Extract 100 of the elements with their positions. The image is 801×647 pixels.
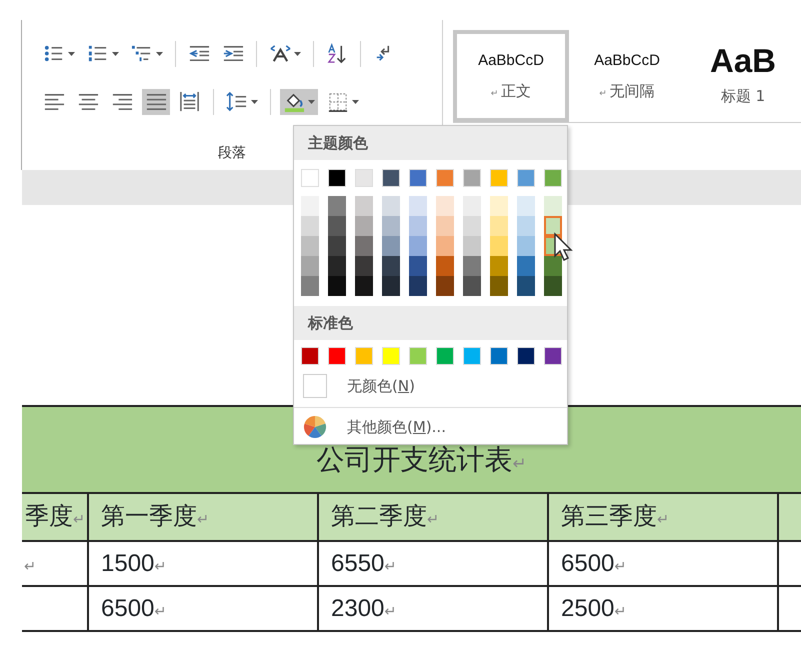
color-swatch[interactable] <box>355 216 373 236</box>
color-swatch[interactable] <box>517 169 535 187</box>
color-swatch[interactable] <box>328 236 346 256</box>
color-swatch[interactable] <box>355 196 373 216</box>
color-swatch[interactable] <box>436 216 454 236</box>
color-swatch[interactable] <box>490 236 508 256</box>
color-swatch[interactable] <box>544 196 562 216</box>
color-swatch[interactable] <box>463 236 481 256</box>
color-swatch[interactable] <box>409 196 427 216</box>
justify-button[interactable] <box>142 89 170 115</box>
justify-icon <box>145 91 167 113</box>
color-wheel-icon <box>303 415 327 439</box>
paragraph-mark: ↵ <box>154 558 166 574</box>
color-swatch[interactable] <box>328 169 346 187</box>
table-title: 公司开支统计表 <box>316 444 512 474</box>
color-swatch[interactable] <box>382 216 400 236</box>
color-swatch[interactable] <box>517 196 535 216</box>
cell-text: 6550 <box>331 550 384 576</box>
align-center-icon <box>77 91 99 113</box>
color-swatch[interactable] <box>409 256 427 276</box>
color-swatch[interactable] <box>463 276 481 296</box>
style-gallery-item[interactable]: AaBbCcD ↵ 正文 <box>453 30 569 122</box>
color-swatch[interactable] <box>328 196 346 216</box>
color-swatch[interactable] <box>328 216 346 236</box>
color-swatch[interactable] <box>544 169 562 187</box>
color-swatch[interactable] <box>301 216 319 236</box>
color-swatch[interactable] <box>436 256 454 276</box>
color-swatch[interactable] <box>301 196 319 216</box>
color-swatch[interactable] <box>355 276 373 296</box>
caret-icon <box>251 100 258 104</box>
color-swatch[interactable] <box>544 276 562 296</box>
color-swatch[interactable] <box>301 347 319 365</box>
color-swatch[interactable] <box>409 276 427 296</box>
color-swatch[interactable] <box>517 236 535 256</box>
align-right-icon <box>111 91 133 113</box>
color-swatch[interactable] <box>517 347 535 365</box>
color-swatch[interactable] <box>409 169 427 187</box>
color-swatch[interactable] <box>463 216 481 236</box>
color-swatch[interactable] <box>301 169 319 187</box>
color-swatch[interactable] <box>328 347 346 365</box>
color-swatch[interactable] <box>328 276 346 296</box>
color-swatch[interactable] <box>490 276 508 296</box>
color-swatch[interactable] <box>436 347 454 365</box>
color-swatch[interactable] <box>544 347 562 365</box>
paragraph-mark: ↵ <box>614 558 626 574</box>
section-header: 标准色 <box>294 306 567 340</box>
more-colors-option[interactable]: 其他颜色(M)... <box>347 416 446 438</box>
color-swatch[interactable] <box>463 196 481 216</box>
color-swatch[interactable] <box>490 196 508 216</box>
line-spacing-icon <box>226 91 248 113</box>
color-swatch[interactable] <box>382 169 400 187</box>
color-swatch[interactable] <box>517 216 535 236</box>
color-swatch[interactable] <box>490 347 508 365</box>
color-swatch[interactable] <box>463 347 481 365</box>
color-swatch[interactable] <box>382 276 400 296</box>
color-swatch[interactable] <box>490 216 508 236</box>
color-swatch[interactable] <box>355 347 373 365</box>
color-swatch[interactable] <box>409 236 427 256</box>
paint-bucket-icon <box>283 91 305 113</box>
color-swatch[interactable] <box>490 169 508 187</box>
distributed-align-icon <box>179 91 201 113</box>
color-swatch[interactable] <box>301 276 319 296</box>
borders-icon <box>327 91 349 113</box>
no-color-option[interactable]: 无颜色(N) <box>347 374 415 398</box>
cell-text: 1500 <box>101 550 154 576</box>
color-swatch[interactable] <box>301 236 319 256</box>
color-swatch[interactable] <box>355 256 373 276</box>
paint-bucket-button[interactable] <box>280 89 318 115</box>
color-swatch[interactable] <box>355 236 373 256</box>
color-swatch[interactable] <box>517 276 535 296</box>
color-swatch[interactable] <box>544 216 562 236</box>
no-color-swatch <box>303 374 327 398</box>
section-header: 主题颜色 <box>294 126 567 160</box>
color-swatch[interactable] <box>436 169 454 187</box>
header-text: 第二季度 <box>331 503 427 530</box>
color-swatch[interactable] <box>409 347 427 365</box>
color-swatch[interactable] <box>301 256 319 276</box>
color-swatch[interactable] <box>436 196 454 216</box>
cell-text: 2500 <box>561 594 614 622</box>
color-swatch[interactable] <box>517 256 535 276</box>
color-swatch[interactable] <box>544 256 562 276</box>
color-swatch[interactable] <box>436 276 454 296</box>
paragraph-mark: ↵ <box>384 558 396 574</box>
color-swatch[interactable] <box>463 256 481 276</box>
color-swatch[interactable] <box>382 256 400 276</box>
caret-icon <box>112 52 119 56</box>
color-swatch[interactable] <box>436 236 454 256</box>
color-swatch[interactable] <box>463 169 481 187</box>
cell-text: 2300 <box>331 594 384 622</box>
caret-icon <box>68 52 75 56</box>
color-swatch[interactable] <box>409 216 427 236</box>
color-swatch[interactable] <box>490 256 508 276</box>
color-swatch[interactable] <box>382 196 400 216</box>
paragraph-mark: ↵ <box>512 454 527 472</box>
color-swatch[interactable] <box>328 256 346 276</box>
paragraph-mark: ↵ <box>614 604 626 620</box>
caret-icon <box>294 52 301 56</box>
color-swatch[interactable] <box>382 236 400 256</box>
color-swatch[interactable] <box>355 169 373 187</box>
color-swatch[interactable] <box>382 347 400 365</box>
